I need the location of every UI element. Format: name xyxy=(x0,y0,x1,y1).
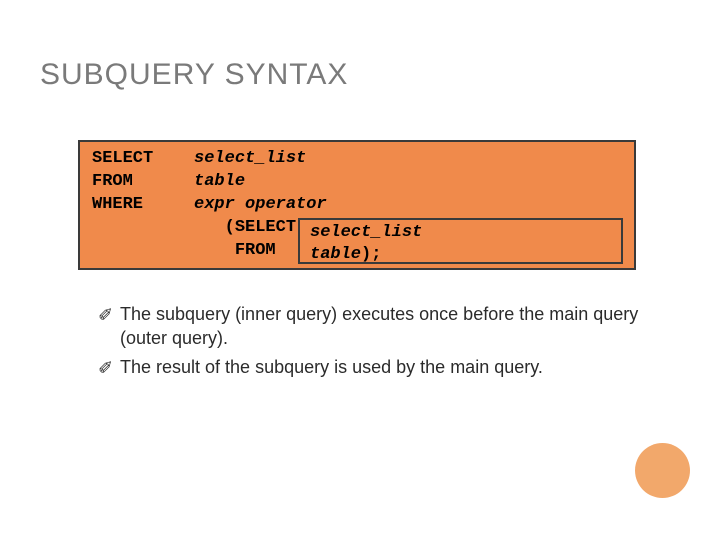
paren-open: ( xyxy=(225,218,235,237)
code-block-inner: select_list table); xyxy=(298,218,623,264)
it-expr-operator: expr operator xyxy=(194,195,327,214)
decorative-circle xyxy=(635,443,690,498)
kw-where: WHERE xyxy=(92,195,143,214)
bullet-icon: ✐ xyxy=(98,356,113,380)
kw-select: SELECT xyxy=(92,149,153,168)
kw-inner-from: FROM xyxy=(235,241,276,260)
inner-tail: ); xyxy=(361,245,381,264)
code-block-outer: SELECT select_list FROM table WHERE expr… xyxy=(78,140,636,270)
it-inner-table: table xyxy=(310,245,361,264)
it-select-list: select_list xyxy=(194,149,306,168)
kw-inner-select: SELECT xyxy=(235,218,296,237)
page-title: SUBQUERY SYNTAX xyxy=(40,58,348,92)
inner-code-text: select_list table); xyxy=(310,222,422,266)
bullet-1-text: The subquery (inner query) executes once… xyxy=(120,304,638,348)
bullet-icon: ✐ xyxy=(98,303,113,327)
bullet-2-text: The result of the subquery is used by th… xyxy=(120,357,543,377)
bullet-2: ✐ The result of the subquery is used by … xyxy=(98,355,642,379)
it-table: table xyxy=(194,172,245,191)
it-inner-select-list: select_list xyxy=(310,223,422,242)
outer-code-text: SELECT select_list FROM table WHERE expr… xyxy=(92,148,327,263)
kw-from: FROM xyxy=(92,172,133,191)
bullets: ✐ The subquery (inner query) executes on… xyxy=(98,302,642,383)
bullet-1: ✐ The subquery (inner query) executes on… xyxy=(98,302,642,351)
